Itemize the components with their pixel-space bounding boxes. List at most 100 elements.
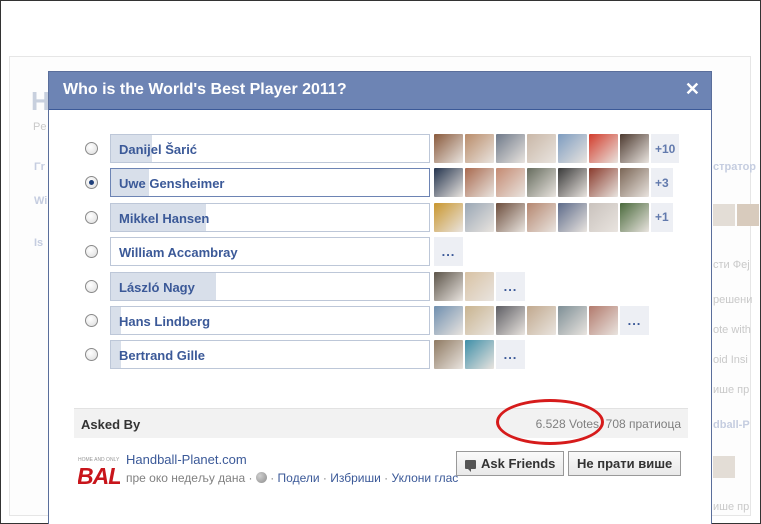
radio-icon[interactable] [85,313,98,327]
share-link[interactable]: Подели [278,471,320,485]
background-right-item: ише пр [713,384,750,396]
voter-avatar[interactable] [465,202,494,232]
voter-avatar[interactable] [620,168,649,198]
voter-avatar[interactable] [558,134,587,163]
voter-avatar[interactable] [589,202,618,232]
highlight-annotation [496,399,604,445]
poll-option-label: Mikkel Hansen [119,210,210,226]
extra-voters-count[interactable]: +1 [651,202,673,232]
radio-icon[interactable] [85,210,98,224]
background-right-item: сти Феј [713,259,750,271]
voter-avatar[interactable] [589,305,618,335]
more-voters-button[interactable]: ... [496,271,525,301]
background-right-item: стратор [713,161,757,173]
poll-option-bar[interactable]: William Accambray [110,237,430,267]
globe-icon[interactable] [255,472,267,483]
poll-options: Danijel Šarić +10 Uwe Gensheimer +3 Mikkel H… [49,134,713,375]
meta-dot: · [270,471,275,485]
remove-vote-link[interactable]: Уклони глас [392,471,459,485]
poll-option-label: William Accambray [119,245,238,261]
ask-friends-label: Ask Friends [481,456,556,471]
source-logo[interactable]: HOME AND ONLY BALL [78,457,120,485]
radio-icon[interactable] [85,245,98,259]
extra-voters-count[interactable]: +10 [651,134,680,163]
background-right-item: решени [713,294,753,306]
voter-avatar[interactable] [527,134,556,163]
speech-bubble-icon [465,460,476,472]
poll-option-bar[interactable]: Uwe Gensheimer [110,168,430,198]
background-left-item: Wi [34,195,48,207]
voter-avatar[interactable] [496,202,525,232]
voter-avatar[interactable] [527,168,556,198]
voter-avatar[interactable] [496,305,525,335]
poll-option-label: Hans Lindberg [119,313,211,329]
voter-avatar[interactable] [465,271,494,301]
source-logo-text: BALL [78,463,120,485]
background-right-item: ote with [713,324,751,336]
voter-avatar[interactable] [434,305,463,335]
post-time[interactable]: пре око недељу дана [126,471,245,485]
more-voters-button[interactable]: ... [496,340,525,370]
voter-avatar[interactable] [465,134,494,163]
voter-avatar[interactable] [434,168,463,198]
poll-option-label: Uwe Gensheimer [119,176,225,192]
follower-count[interactable]: 708 пратиоца [606,417,681,431]
voter-avatar[interactable] [434,271,463,301]
close-icon[interactable]: ✕ [685,79,700,100]
source-name-link[interactable]: Handball-Planet.com [126,452,247,467]
poll-option-bar[interactable]: Bertrand Gille [110,340,430,370]
voter-avatar[interactable] [558,168,587,198]
poll-option-bar[interactable]: Danijel Šarić [110,134,430,163]
background-thumbnail [713,456,735,478]
more-voters-button[interactable]: ... [620,305,649,335]
voter-avatar[interactable] [496,168,525,198]
voter-faces: +1 [434,202,673,232]
poll-option-row: Uwe Gensheimer +3 [49,168,713,202]
dialog-header: Who is the World's Best Player 2011? ✕ [49,72,711,110]
poll-footer: HOME AND ONLY BALL Handball-Planet.com п… [74,444,688,504]
voter-avatar[interactable] [527,305,556,335]
voter-avatar[interactable] [465,340,494,370]
voter-avatar[interactable] [496,134,525,163]
voter-avatar[interactable] [527,202,556,232]
asked-by-label: Asked By [81,417,141,432]
meta-dot: · [384,471,389,485]
ask-friends-button[interactable]: Ask Friends [456,451,565,476]
poll-option-bar[interactable]: Hans Lindberg [110,305,430,335]
extra-voters-count[interactable]: +3 [651,168,673,198]
poll-option-bar[interactable]: Mikkel Hansen [110,202,430,232]
meta-dot: · [322,471,327,485]
poll-option-row: Hans Lindberg... [49,305,713,340]
voter-avatar[interactable] [465,305,494,335]
delete-link[interactable]: Избриши [330,471,381,485]
voter-avatar[interactable] [558,202,587,232]
poll-option-label: Danijel Šarić [119,142,198,157]
poll-option-row: Danijel Šarić +10 [49,134,713,168]
unfollow-button[interactable]: Не прати више [568,451,682,476]
voter-avatar[interactable] [465,168,494,198]
radio-icon[interactable] [85,279,98,293]
voter-avatar[interactable] [558,305,587,335]
background-left-item: Is [34,237,44,249]
radio-icon[interactable] [85,348,98,362]
voter-avatar[interactable] [589,134,618,163]
poll-option-row: László Nagy... [49,271,713,306]
poll-option-bar[interactable]: László Nagy [110,271,430,301]
radio-icon[interactable] [85,176,98,190]
voter-avatar[interactable] [434,340,463,370]
more-voters-button[interactable]: ... [434,237,463,267]
voter-avatar[interactable] [620,134,649,163]
background-thumbnail [737,204,759,226]
poll-option-row: Bertrand Gille... [49,340,713,374]
voter-avatar[interactable] [434,134,463,163]
voter-avatar[interactable] [589,168,618,198]
radio-icon[interactable] [85,142,98,155]
voter-avatar[interactable] [620,202,649,232]
background-left-item: Γr [34,161,45,173]
voter-avatar[interactable] [434,202,463,232]
voter-faces: +3 [434,168,673,198]
voter-faces: ... [434,340,525,370]
poll-option-row: William Accambray... [49,237,713,271]
voter-faces: ... [434,271,525,301]
post-meta: пре око недељу дана · · Подели · Избриши… [126,470,466,487]
